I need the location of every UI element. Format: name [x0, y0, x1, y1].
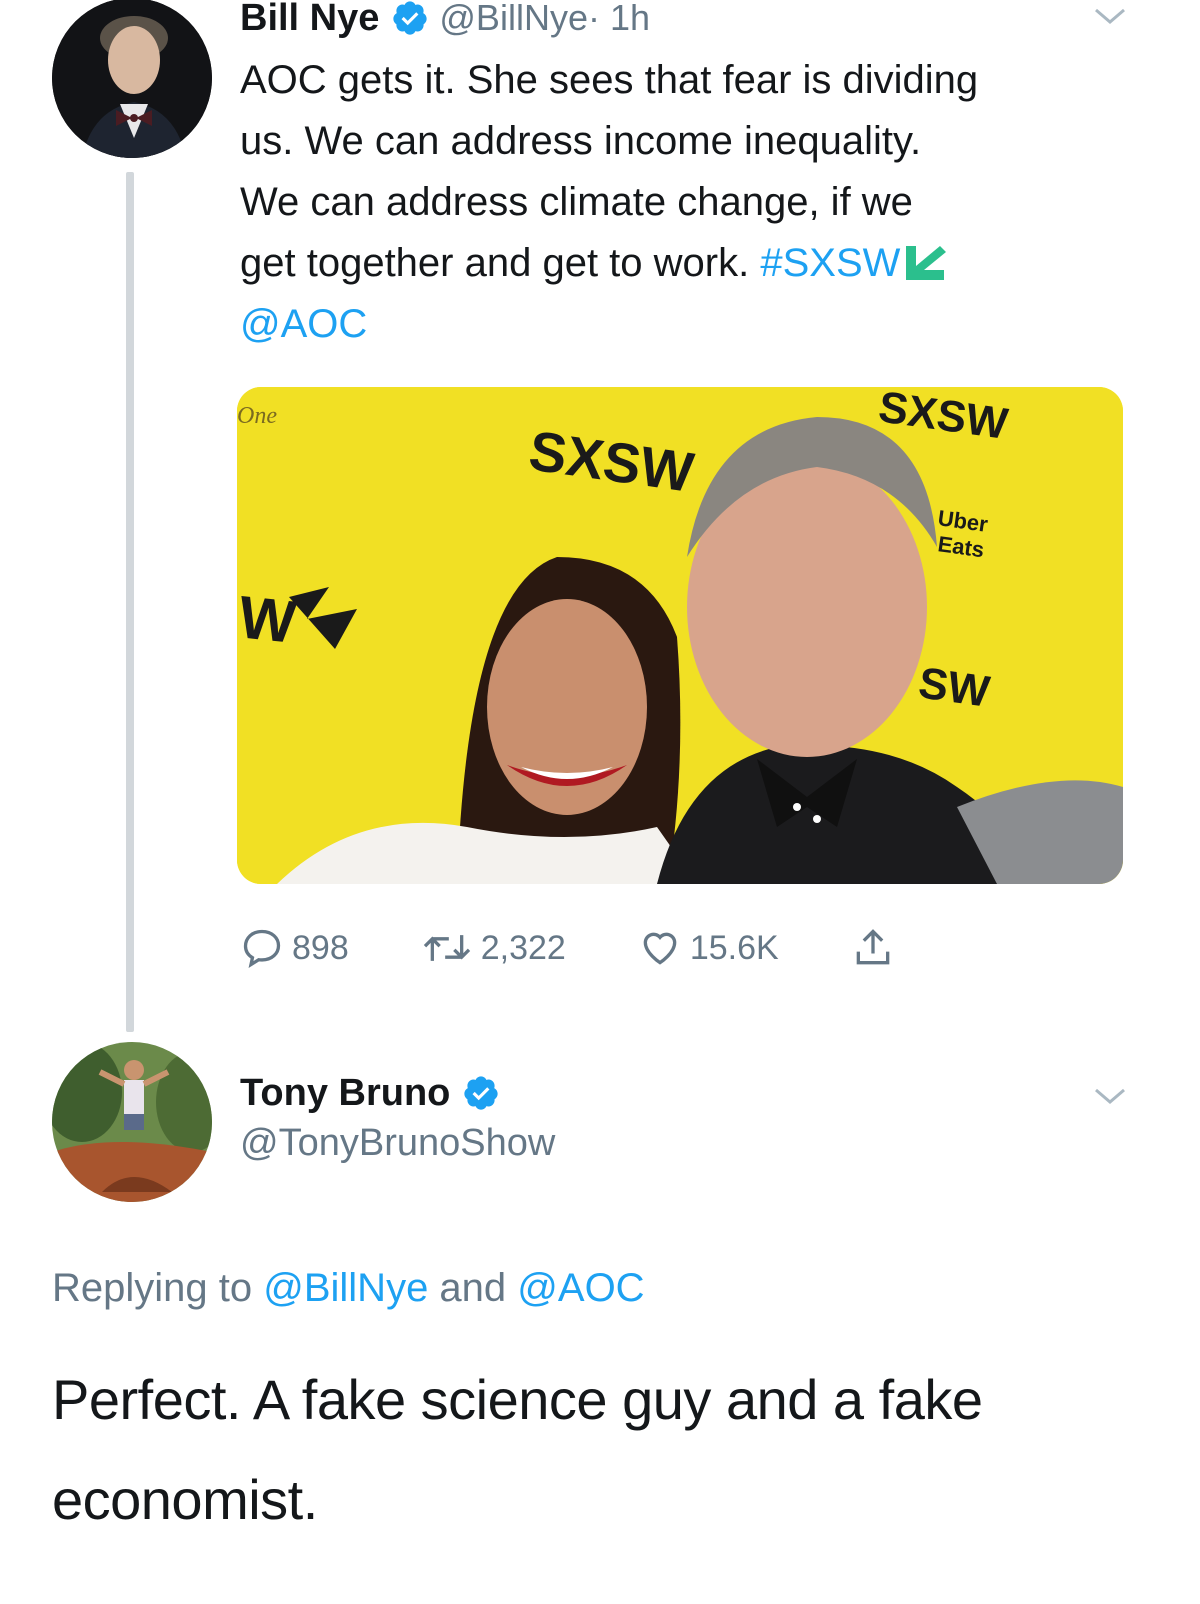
author-name[interactable]: Bill Nye — [240, 0, 379, 40]
retweet-icon — [423, 935, 470, 961]
reply-text-line: Perfect. A fake science guy and a fake — [52, 1368, 983, 1431]
photo-illustration: One SXSW SXSW Uber Eats W SW — [237, 387, 1123, 884]
replying-to-line: Replying to @BillNye and @AOC — [52, 1266, 645, 1311]
retweet-action[interactable]: 2,322 — [421, 926, 566, 970]
reply-body: Perfect. A fake science guy and a fake e… — [52, 1350, 1152, 1550]
chevron-down-icon[interactable] — [1090, 1084, 1130, 1108]
tweet-photo[interactable]: One SXSW SXSW Uber Eats W SW — [237, 387, 1123, 884]
share-icon — [856, 929, 890, 965]
tweet-text-line: We can address climate change, if we — [240, 180, 913, 224]
reply-count: 898 — [292, 928, 349, 967]
tweet-action-bar: 898 2,322 15.6K — [240, 920, 975, 976]
thread-connector-line — [126, 172, 134, 1032]
sxsw-sign-right-text: SW — [916, 658, 993, 716]
heart-icon — [643, 932, 677, 965]
tweet-text-line: us. We can address income inequality. — [240, 119, 922, 163]
reply-author-handle[interactable]: @TonyBrunoShow — [240, 1122, 555, 1165]
share-action[interactable] — [851, 926, 903, 970]
hashtag-link[interactable]: #SXSW — [760, 241, 900, 285]
like-count: 15.6K — [689, 928, 779, 967]
replying-and: and — [428, 1266, 518, 1310]
replying-to-link[interactable]: @AOC — [517, 1266, 644, 1310]
tweet-timestamp[interactable]: · 1h — [588, 0, 650, 39]
tweet-text-line: AOC gets it. She sees that fear is divid… — [240, 58, 979, 102]
tweet-header: Bill Nye @BillNye · 1h — [240, 0, 650, 40]
bill-nye-avatar[interactable] — [52, 0, 212, 158]
verified-badge-icon — [464, 1076, 498, 1110]
one-sign-text: One — [237, 403, 277, 429]
reply-action[interactable]: 898 — [240, 926, 349, 970]
sxsw-sign-left-text: W — [237, 583, 299, 656]
replying-to-link[interactable]: @BillNye — [263, 1266, 428, 1310]
reply-icon — [243, 929, 281, 968]
reply-text-line: economist. — [52, 1468, 318, 1531]
replying-prefix: Replying to — [52, 1266, 264, 1310]
tweet-body: AOC gets it. She sees that fear is divid… — [240, 50, 1140, 355]
verified-badge-icon — [393, 1, 428, 35]
like-action[interactable]: 15.6K — [638, 926, 779, 970]
tweet-text-segment: get together and get to work. — [240, 241, 761, 285]
reply-author-name[interactable]: Tony Bruno — [240, 1072, 450, 1115]
mention-link[interactable]: @AOC — [240, 302, 367, 346]
retweet-count: 2,322 — [480, 928, 566, 967]
author-handle[interactable]: @BillNye — [439, 0, 588, 39]
tony-bruno-avatar[interactable] — [52, 1042, 212, 1202]
tweet-text-line-with-hashtag: get together and get to work. #SXSW — [240, 233, 1140, 294]
sxsw-hashflag-icon — [906, 246, 947, 280]
chevron-down-icon[interactable] — [1090, 4, 1130, 28]
reply-header: Tony Bruno — [240, 1068, 510, 1118]
